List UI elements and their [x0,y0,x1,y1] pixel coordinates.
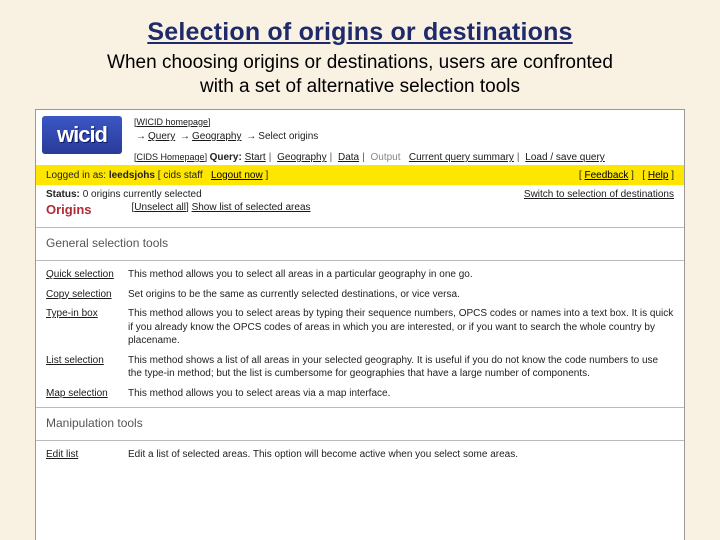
breadcrumb: →Query →Geography →Select origins [134,129,605,144]
query-label: Query: [210,152,242,163]
tool-quick-desc: This method allows you to select all are… [128,268,674,282]
tool-type-desc: This method allows you to select areas b… [128,307,674,348]
manipulation-tools-heading: Manipulation tools [36,412,684,436]
nav-output: Output [371,152,401,163]
tool-edit-list[interactable]: Edit list [46,449,78,460]
general-tools-heading: General selection tools [36,232,684,256]
tool-copy-selection[interactable]: Copy selection [46,289,112,300]
tool-list-desc: This method shows a list of all areas in… [128,354,674,381]
tool-copy-desc: Set origins to be the same as currently … [128,288,674,302]
status-bar: Logged in as: leedsjohs [ cids staff Log… [36,165,684,185]
screenshot-panel: wicid [WICID homepage] →Query →Geography… [35,109,685,540]
switch-destinations-link[interactable]: Switch to selection of destinations [524,189,674,200]
crumb-query[interactable]: Query [148,131,175,142]
wicid-logo: wicid [42,116,122,154]
logged-in-user: leedsjohs [109,170,155,181]
tool-edit-desc: Edit a list of selected areas. This opti… [128,448,674,462]
slide-lead: When choosing origins or destinations, u… [90,51,630,99]
nav-load-save[interactable]: Load / save query [525,152,605,163]
nav-start[interactable]: Start [245,152,266,163]
tool-quick-selection[interactable]: Quick selection [46,269,114,280]
crumb-geography[interactable]: Geography [192,131,241,142]
status-label: Status: [46,189,80,200]
wicid-homepage-link[interactable]: WICID homepage [137,117,209,127]
crumb-current: Select origins [258,131,318,142]
help-link[interactable]: Help [648,170,669,181]
origins-heading: Origins [46,202,92,217]
tool-list-selection[interactable]: List selection [46,355,104,366]
tool-map-desc: This method allows you to select areas v… [128,387,674,401]
user-role: cids staff [163,170,202,181]
logout-link[interactable]: Logout now [211,170,263,181]
slide-title: Selection of origins or destinations [34,18,686,47]
nav-geography[interactable]: Geography [277,152,326,163]
show-selected-link[interactable]: Show list of selected areas [192,202,311,213]
feedback-link[interactable]: Feedback [584,170,628,181]
cids-homepage-link[interactable]: CIDS Homepage [137,152,205,162]
status-text: 0 origins currently selected [83,189,202,200]
unselect-all-link[interactable]: Unselect all [134,202,186,213]
nav-data[interactable]: Data [338,152,359,163]
logged-in-label: Logged in as: [46,170,106,181]
tool-type-in-box[interactable]: Type-in box [46,308,98,319]
nav-summary[interactable]: Current query summary [409,152,514,163]
tool-map-selection[interactable]: Map selection [46,388,108,399]
